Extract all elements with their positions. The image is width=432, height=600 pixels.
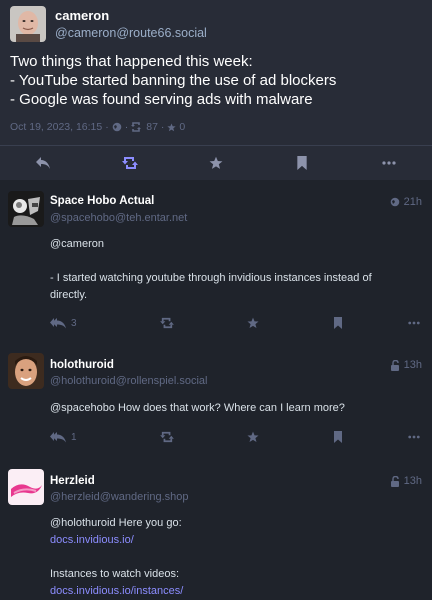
reply-action-bar: 3 bbox=[50, 315, 420, 331]
boost-count[interactable]: 87 bbox=[146, 121, 158, 133]
bookmark-icon bbox=[333, 431, 342, 443]
post-line: @holothuroid Here you go: bbox=[50, 517, 182, 529]
reply-button[interactable]: 3 bbox=[50, 317, 124, 329]
post-line: Instances to watch videos: bbox=[50, 568, 180, 580]
boost-button[interactable] bbox=[124, 431, 210, 443]
unlock-icon bbox=[390, 359, 399, 371]
more-button[interactable] bbox=[346, 146, 432, 180]
reply-count: 1 bbox=[71, 431, 77, 443]
reply-action-bar: 1 bbox=[50, 429, 420, 445]
post-content: @holothuroid Here you go: docs.invidious… bbox=[50, 515, 418, 600]
post-content: @cameron - I started watching youtube th… bbox=[50, 236, 418, 304]
star-icon bbox=[209, 156, 223, 169]
reply-post: Herzleid @herzleid@wandering.shop 13h @h… bbox=[0, 463, 432, 600]
star-icon bbox=[246, 317, 259, 329]
bookmark-icon bbox=[333, 317, 342, 329]
post-line: @cameron bbox=[50, 238, 104, 250]
display-name[interactable]: Herzleid bbox=[50, 475, 95, 487]
post-date[interactable]: Oct 19, 2023, 16:15 bbox=[10, 121, 102, 133]
post-line: Two things that happened this week: bbox=[10, 53, 253, 70]
more-button[interactable] bbox=[380, 321, 420, 325]
post-meta: Oct 19, 2023, 16:15 · · 87 · 0 bbox=[10, 121, 186, 133]
display-name[interactable]: Space Hobo Actual bbox=[50, 195, 154, 207]
boost-button[interactable] bbox=[124, 317, 210, 329]
star-icon bbox=[246, 431, 259, 443]
boost-icon bbox=[160, 431, 174, 443]
boost-button[interactable] bbox=[86, 146, 172, 180]
main-author[interactable]: cameron @cameron@route66.social bbox=[10, 6, 207, 42]
more-icon bbox=[382, 161, 396, 165]
avatar[interactable] bbox=[8, 191, 44, 227]
reply-button[interactable]: 1 bbox=[50, 431, 124, 443]
boost-icon bbox=[131, 121, 143, 133]
display-name[interactable]: cameron bbox=[55, 8, 207, 23]
globe-icon bbox=[112, 121, 122, 133]
avatar[interactable] bbox=[8, 469, 44, 505]
star-icon bbox=[167, 121, 177, 133]
account-handle: @herzleid@wandering.shop bbox=[50, 491, 189, 503]
more-icon bbox=[408, 321, 420, 325]
favourite-button[interactable] bbox=[210, 431, 295, 443]
post-content: @spacehobo How does that work? Where can… bbox=[50, 400, 418, 417]
reply-button[interactable] bbox=[0, 146, 86, 180]
favourite-button[interactable] bbox=[173, 146, 259, 180]
invidious-docs-link[interactable]: docs.invidious.io/ bbox=[50, 532, 418, 549]
globe-icon bbox=[390, 197, 399, 207]
post-time[interactable]: 13h bbox=[390, 475, 422, 487]
invidious-instances-link[interactable]: docs.invidious.io/instances/ bbox=[50, 583, 418, 600]
account-handle: @cameron@route66.social bbox=[55, 26, 207, 40]
display-name[interactable]: holothuroid bbox=[50, 359, 114, 371]
unlock-icon bbox=[390, 475, 399, 487]
more-icon bbox=[408, 435, 420, 439]
post-content: Two things that happened this week: - Yo… bbox=[10, 52, 336, 109]
more-button[interactable] bbox=[380, 435, 420, 439]
bookmark-button[interactable] bbox=[295, 317, 380, 329]
account-handle: @spacehobo@teh.entar.net bbox=[50, 212, 188, 224]
bookmark-button[interactable] bbox=[259, 146, 345, 180]
avatar[interactable] bbox=[10, 6, 46, 42]
post-line: @spacehobo How does that work? Where can… bbox=[50, 402, 345, 414]
bookmark-icon bbox=[297, 156, 308, 170]
main-action-bar bbox=[0, 145, 432, 180]
post-line: - Google was found serving ads with malw… bbox=[10, 91, 313, 108]
reply-count: 3 bbox=[71, 317, 77, 329]
main-post: cameron @cameron@route66.social Two thin… bbox=[0, 0, 432, 180]
reply-post: holothuroid @holothuroid@rollenspiel.soc… bbox=[0, 343, 432, 463]
post-line: directly. bbox=[50, 289, 88, 301]
favourite-count[interactable]: 0 bbox=[179, 121, 185, 133]
reply-all-icon bbox=[50, 318, 66, 329]
bookmark-button[interactable] bbox=[295, 431, 380, 443]
post-line: - I started watching youtube through inv… bbox=[50, 272, 372, 284]
boost-icon bbox=[160, 317, 174, 329]
favourite-button[interactable] bbox=[210, 317, 295, 329]
reply-all-icon bbox=[50, 432, 66, 443]
post-time[interactable]: 13h bbox=[390, 359, 422, 371]
reply-icon bbox=[36, 157, 51, 169]
boost-icon bbox=[121, 157, 138, 169]
post-line: - YouTube started banning the use of ad … bbox=[10, 72, 337, 89]
reply-post: Space Hobo Actual @spacehobo@teh.entar.n… bbox=[0, 181, 432, 343]
account-handle: @holothuroid@rollenspiel.social bbox=[50, 375, 208, 387]
avatar[interactable] bbox=[8, 353, 44, 389]
post-time[interactable]: 21h bbox=[390, 196, 422, 208]
